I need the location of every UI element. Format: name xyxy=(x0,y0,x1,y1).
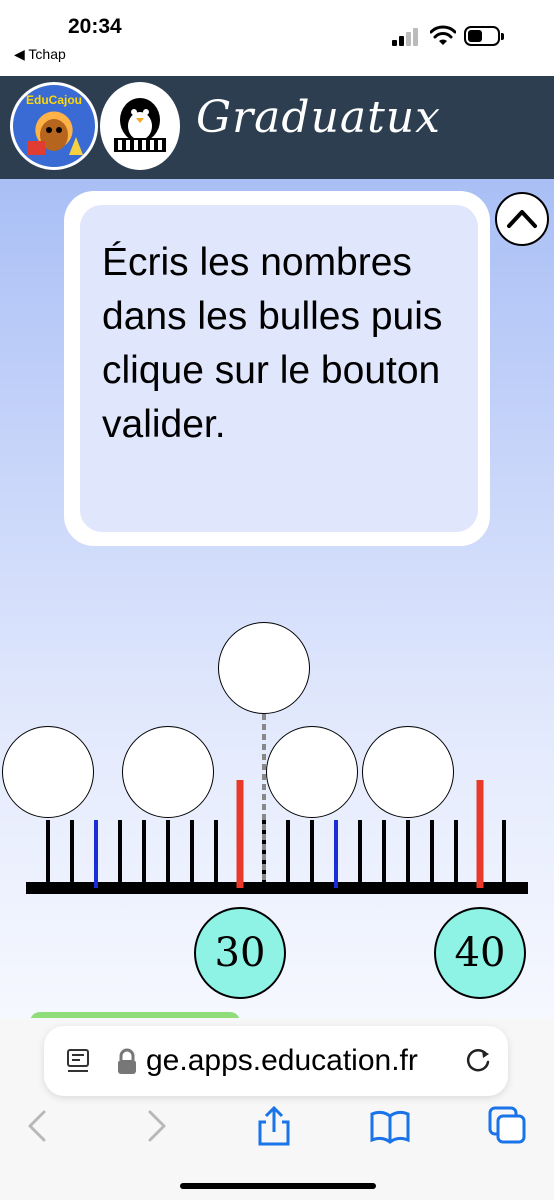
tick-mark xyxy=(430,820,434,888)
back-to-app-link[interactable]: ◀ Tchap xyxy=(14,46,66,63)
tux-logo[interactable] xyxy=(100,82,180,170)
tick-mark xyxy=(118,820,122,888)
number-label: 40 xyxy=(434,907,526,999)
tick-mark xyxy=(310,820,314,888)
tick-mark xyxy=(502,820,506,888)
tick-mark xyxy=(382,820,386,888)
tick-mark xyxy=(358,820,362,888)
lock-icon xyxy=(118,1048,136,1074)
collapse-instructions-button[interactable] xyxy=(495,192,549,246)
tick-mark xyxy=(454,820,458,888)
app-title: Graduatux xyxy=(196,92,441,143)
tick-mark xyxy=(236,780,244,888)
signal-icon xyxy=(392,28,422,46)
battery-icon xyxy=(464,26,504,46)
tick-mark xyxy=(46,820,50,888)
answer-bubble[interactable] xyxy=(218,622,310,714)
tick-mark xyxy=(334,820,338,888)
educajou-logo[interactable]: EduCajou xyxy=(10,82,98,170)
tick-mark xyxy=(94,820,98,888)
tabs-icon[interactable] xyxy=(486,1104,530,1148)
share-icon[interactable] xyxy=(252,1104,296,1148)
tick-mark xyxy=(70,820,74,888)
tick-mark xyxy=(286,820,290,888)
tick-mark xyxy=(166,820,170,888)
reload-icon[interactable] xyxy=(462,1044,494,1076)
home-indicator xyxy=(180,1183,376,1189)
answer-bubble[interactable] xyxy=(266,726,358,818)
back-icon[interactable] xyxy=(16,1104,60,1148)
wifi-icon xyxy=(430,25,456,45)
instruction-text: Écris les nombres dans les bulles puis c… xyxy=(102,241,443,446)
tick-mark xyxy=(406,820,410,888)
chevron-up-icon xyxy=(507,210,537,228)
bookmarks-icon[interactable] xyxy=(368,1104,412,1148)
status-time: 20:34 xyxy=(68,15,122,38)
tick-mark xyxy=(190,820,194,888)
forward-icon[interactable] xyxy=(134,1104,178,1148)
tick-mark xyxy=(476,780,484,888)
number-line-base xyxy=(26,882,528,894)
url-text[interactable]: ge.apps.education.fr xyxy=(146,1044,418,1078)
tick-mark xyxy=(142,820,146,888)
number-label: 30 xyxy=(194,907,286,999)
reader-icon[interactable] xyxy=(66,1048,90,1074)
answer-bubble[interactable] xyxy=(362,726,454,818)
answer-bubble[interactable] xyxy=(122,726,214,818)
status-bar: 20:34 ◀ Tchap xyxy=(0,0,554,76)
tick-mark xyxy=(214,820,218,888)
answer-bubble[interactable] xyxy=(2,726,94,818)
